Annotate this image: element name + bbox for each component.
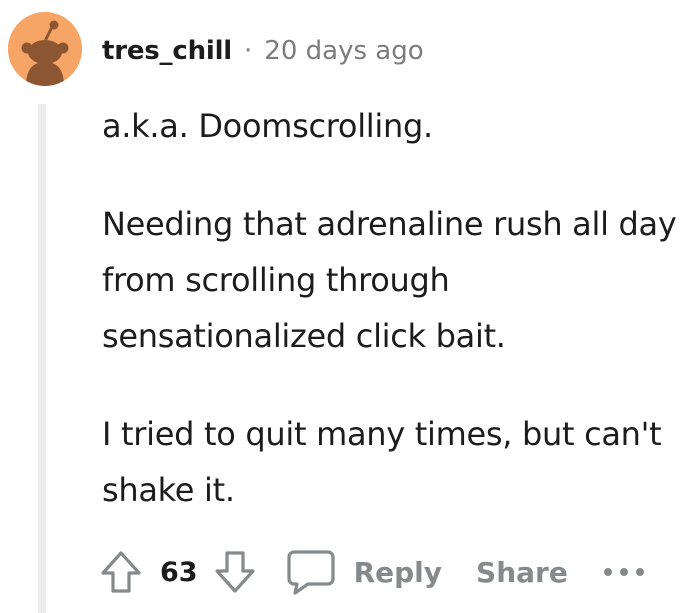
- downvote-arrow-icon: [214, 551, 255, 593]
- avatar[interactable]: [8, 12, 82, 86]
- vote-count: 63: [160, 556, 198, 588]
- comment: tres_chill · 20 days ago a.k.a. Doomscro…: [0, 0, 700, 613]
- meta-separator: ·: [244, 36, 253, 66]
- speech-bubble-icon: [286, 550, 335, 595]
- comment-actions: 63 Reply Share: [100, 542, 646, 602]
- snoo-avatar-icon: [8, 12, 82, 86]
- upvote-arrow-icon: [101, 551, 141, 593]
- reply-button[interactable]: Reply: [286, 549, 442, 595]
- timestamp[interactable]: 20 days ago: [264, 36, 423, 66]
- comment-paragraph: Needing that adrenaline rush all day fro…: [102, 205, 677, 355]
- comment-paragraph: a.k.a. Doomscrolling.: [102, 107, 433, 145]
- share-button[interactable]: Share: [476, 556, 568, 589]
- ellipsis-icon: [603, 568, 644, 576]
- upvote-button[interactable]: [100, 550, 142, 594]
- comment-paragraph: I tried to quit many times, but can't sh…: [102, 415, 662, 509]
- comment-meta: tres_chill · 20 days ago: [102, 31, 424, 71]
- more-options-button[interactable]: [602, 565, 646, 579]
- thread-line[interactable]: [38, 104, 46, 613]
- downvote-button[interactable]: [214, 550, 256, 594]
- username[interactable]: tres_chill: [102, 36, 232, 66]
- reply-label: Reply: [353, 555, 443, 589]
- comment-body: a.k.a. Doomscrolling. Needing that adren…: [102, 98, 692, 518]
